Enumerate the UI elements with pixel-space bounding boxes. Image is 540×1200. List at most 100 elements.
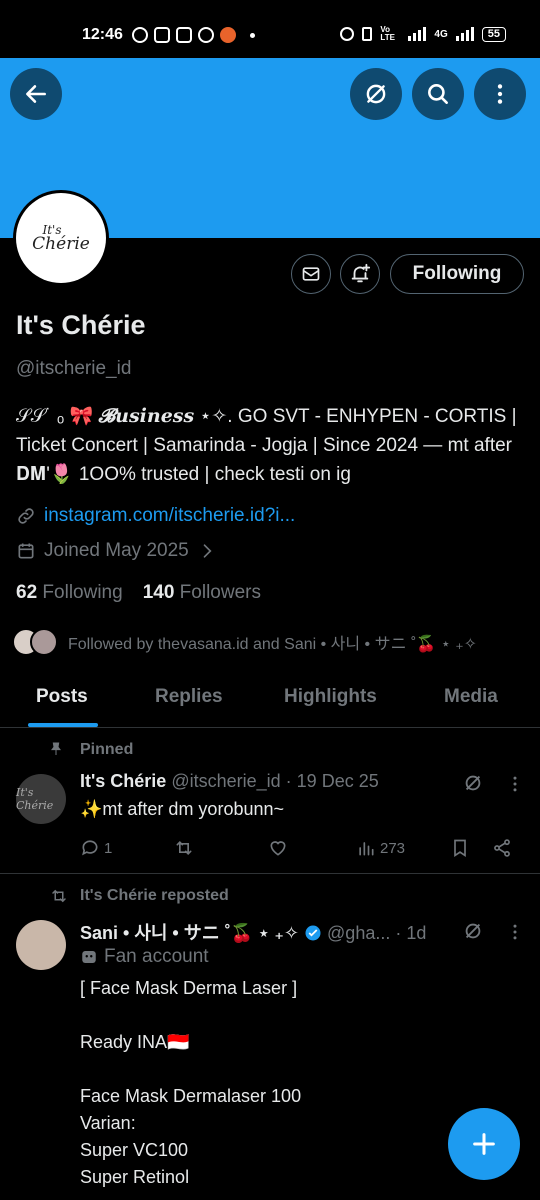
follow-counts: 62 Following 140 Followers <box>16 582 261 604</box>
tab-media[interactable]: Media <box>444 686 498 708</box>
tweet-author-handle: @itscherie_id <box>171 771 281 791</box>
followers-count-link[interactable]: 140 Followers <box>143 582 261 604</box>
bio-business: 𝓑usiness <box>98 405 195 427</box>
avatar-logo-line2: Chérie <box>32 233 90 254</box>
like-button[interactable] <box>268 838 288 858</box>
alarm-icon <box>340 27 355 41</box>
tab-posts[interactable]: Posts <box>36 686 88 708</box>
search-icon <box>428 84 448 104</box>
profile-handle: @itscherie_id <box>16 358 132 379</box>
tweet-date: · 1d <box>395 923 427 943</box>
followers-count: 140 <box>142 582 175 603</box>
more-options-button[interactable] <box>474 68 526 120</box>
profile-tabs: Posts Replies Highlights Media <box>0 672 540 728</box>
bookmark-icon <box>454 839 466 858</box>
followers-label: Followers <box>179 582 261 603</box>
retweet-button[interactable] <box>174 838 194 858</box>
threads-icon <box>198 27 214 43</box>
repost-icon <box>52 889 66 903</box>
following-count: 62 <box>16 582 38 603</box>
tweet-more-icon[interactable] <box>505 922 525 942</box>
vertical-dots-icon <box>497 84 503 104</box>
views-icon <box>359 842 374 856</box>
share-icon <box>494 839 510 857</box>
whatsapp-icon <box>132 27 148 43</box>
pinned-tweet[interactable]: Pinned It's Chérie It's Chérie @itscheri… <box>0 738 540 872</box>
notification-icons <box>132 27 255 43</box>
joined-date: Joined May 2025 <box>44 540 189 561</box>
heart-icon <box>270 841 286 856</box>
more-notifications-dot <box>250 32 255 38</box>
tweet-text: ✨mt after dm yorobunn~ <box>80 799 285 819</box>
following-label: Following <box>42 582 123 603</box>
share-button[interactable] <box>492 838 512 858</box>
tweet-author-handle: @gha... <box>327 923 391 943</box>
tab-replies[interactable]: Replies <box>155 686 223 708</box>
followed-by-text: Followed by thevasana.id and Sani • 사니 •… <box>68 636 478 653</box>
back-arrow-icon <box>26 85 46 103</box>
profile-avatar[interactable]: It's Chérie <box>13 190 109 286</box>
followed-by-row[interactable]: Followed by thevasana.id and Sani • 사니 •… <box>12 628 477 656</box>
tweet-line: Ready INA🇮🇩 <box>80 1032 190 1052</box>
avatar-logo: It's Chérie <box>16 193 106 283</box>
tweet-author-name[interactable]: It's Chérie <box>80 771 166 791</box>
profile-bio: 𝒮𝒮˙ ₒ 🎀 𝓑usiness ⋆✧. GO SVT - ENHYPEN - … <box>16 402 526 489</box>
tweet-author-avatar[interactable]: It's Chérie <box>16 774 66 824</box>
status-bar: 12:46 Vo LTE 4G 55 <box>0 0 540 58</box>
tweet-header: It's Chérie @itscherie_id · 19 Dec 25 <box>80 771 379 792</box>
tweet-line: Face Mask Dermalaser 100 <box>80 1086 302 1106</box>
message-button[interactable] <box>291 254 331 294</box>
tweet-line: Super VC100 <box>80 1140 189 1160</box>
pin-icon <box>48 741 64 762</box>
bio-prefix: 𝒮𝒮˙ ₒ 🎀 <box>16 406 99 427</box>
back-button[interactable] <box>10 68 62 120</box>
tweet-author-avatar[interactable] <box>16 920 66 970</box>
plus-icon <box>473 1133 495 1155</box>
compose-button[interactable] <box>448 1108 520 1180</box>
tweet-line: Varian: <box>80 1113 136 1133</box>
tab-highlights[interactable]: Highlights <box>284 686 377 708</box>
vibrate-icon <box>362 27 373 41</box>
reply-icon <box>82 840 98 856</box>
search-button[interactable] <box>412 68 464 120</box>
signal-icon <box>408 27 427 41</box>
fan-account-label: Fan account <box>104 946 209 967</box>
reply-button[interactable]: 1 <box>80 838 112 858</box>
profile-link[interactable]: instagram.com/itscherie.id?i... <box>44 505 295 527</box>
tweet-author-name[interactable]: Sani • 사니 • サニ ˚🍒 ⋆ ₊✧ <box>80 923 299 943</box>
shop-icon <box>176 27 192 43</box>
views-count: 273 <box>380 839 406 857</box>
app-notification-icon <box>220 27 236 43</box>
joined-row[interactable]: Joined May 2025 <box>16 540 217 562</box>
follower-avatars <box>12 628 58 656</box>
instagram-icon <box>154 27 170 43</box>
chevron-right-icon <box>203 544 212 558</box>
following-count-link[interactable]: 62 Following <box>16 582 123 604</box>
following-button[interactable]: Following <box>390 254 524 294</box>
active-tab-indicator <box>28 723 98 727</box>
tweet-header: Sani • 사니 • サニ ˚🍒 ⋆ ₊✧ @gha... · 1d <box>80 919 460 945</box>
tweet-more-icon[interactable] <box>505 774 525 794</box>
calendar-icon <box>18 543 34 559</box>
battery-indicator: 55 <box>481 26 506 42</box>
status-time: 12:46 <box>82 26 123 43</box>
tweet-date: · 19 Dec 25 <box>285 771 379 791</box>
follower-avatar <box>30 628 58 656</box>
views-button[interactable]: 273 <box>356 838 405 858</box>
notify-button[interactable] <box>340 254 380 294</box>
bookmark-button[interactable] <box>450 838 470 858</box>
grok-button[interactable] <box>350 68 402 120</box>
repost-label[interactable]: It's Chérie reposted <box>80 887 229 905</box>
grok-icon <box>366 84 386 104</box>
tweet-divider <box>0 873 540 874</box>
verified-badge-icon <box>305 925 321 941</box>
volte-label: Vo LTE <box>380 25 395 42</box>
signal-icon-2 <box>455 27 474 41</box>
profile-display-name: It's Chérie <box>16 310 146 340</box>
grok-icon[interactable] <box>462 920 484 942</box>
link-icon <box>18 508 34 524</box>
profile-link-row[interactable]: instagram.com/itscherie.id?i... <box>16 505 295 527</box>
grok-icon[interactable] <box>462 772 484 794</box>
